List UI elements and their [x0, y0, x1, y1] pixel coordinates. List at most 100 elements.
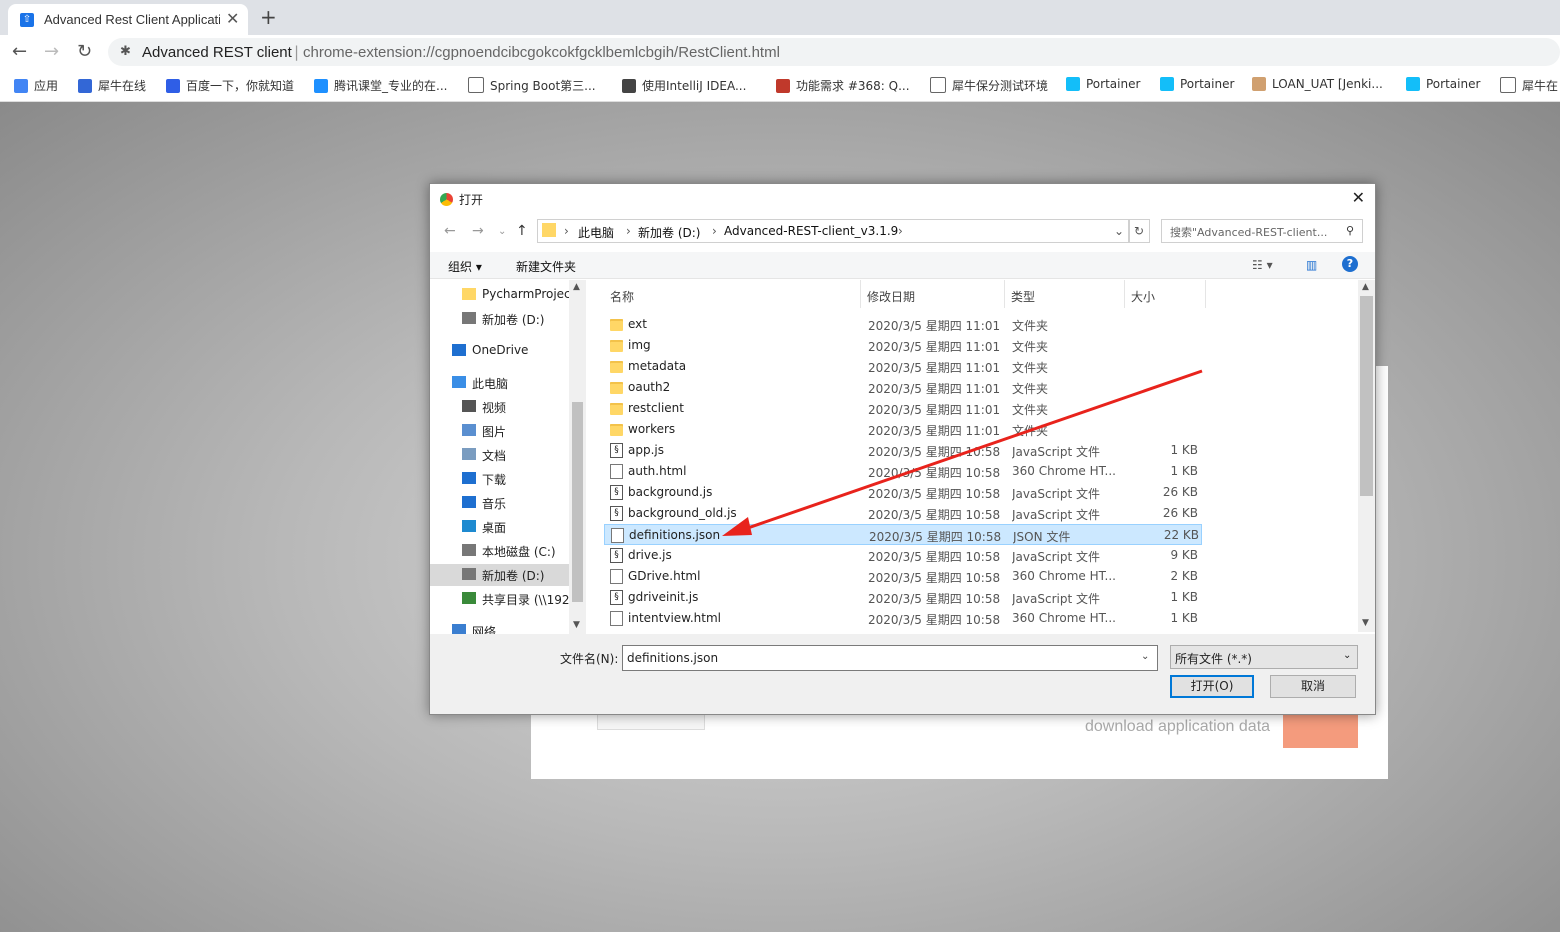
- bookmark-item[interactable]: Portainer: [1406, 77, 1480, 91]
- bookmark-item[interactable]: Spring Boot第三...: [468, 77, 596, 94]
- file-date: 2020/3/5 星期四 10:58: [868, 571, 1001, 585]
- nav-item[interactable]: 图片: [462, 420, 586, 442]
- nav-item[interactable]: PycharmProjec: [462, 284, 586, 306]
- breadcrumb-drive-d[interactable]: 新加卷 (D:): [638, 224, 700, 241]
- file-row[interactable]: definitions.json 2020/3/5 星期四 10:58 JSON 文…: [604, 524, 1202, 545]
- back-arrow-icon[interactable]: ←: [444, 223, 456, 239]
- file-row[interactable]: ext 2020/3/5 星期四 11:01 文件夹: [604, 314, 1202, 335]
- preview-pane-icon[interactable]: ▥: [1306, 258, 1317, 272]
- nav-item[interactable]: 网络: [452, 620, 586, 634]
- script-file-icon: §: [610, 590, 623, 605]
- dialog-close-button[interactable]: ✕: [1352, 188, 1365, 207]
- dialog-breadcrumb[interactable]: › 此电脑 › 新加卷 (D:) › Advanced-REST-client_…: [537, 219, 1130, 243]
- new-tab-button[interactable]: +: [260, 5, 277, 29]
- bookmark-item[interactable]: 腾讯课堂_专业的在...: [314, 77, 447, 94]
- nav-item[interactable]: 此电脑: [452, 372, 586, 394]
- file-date: 2020/3/5 星期四 10:58: [869, 530, 1002, 544]
- reload-icon[interactable]: ↻: [77, 41, 92, 62]
- bookmark-item[interactable]: 使用IntelliJ IDEA...: [622, 77, 746, 94]
- file-row[interactable]: img 2020/3/5 星期四 11:01 文件夹: [604, 335, 1202, 356]
- folder-icon: [610, 382, 623, 394]
- nav-item[interactable]: 文档: [462, 444, 586, 466]
- filename-input[interactable]: definitions.json ⌄: [622, 645, 1158, 671]
- column-header-date[interactable]: 修改日期: [861, 280, 1005, 308]
- scroll-up-icon[interactable]: ▲: [1362, 282, 1369, 292]
- nav-scrollbar[interactable]: ▲ ▼: [569, 280, 586, 634]
- file-scroll-thumb[interactable]: [1360, 296, 1373, 496]
- file-type: JavaScript 文件: [1012, 487, 1100, 501]
- search-input[interactable]: 搜索"Advanced-REST-client... ⚲: [1161, 219, 1363, 243]
- dialog-title-text: 打开: [459, 193, 484, 207]
- chevron-right-icon: ›: [564, 224, 569, 238]
- back-icon[interactable]: ←: [12, 41, 27, 62]
- file-name: intentview.html: [628, 611, 722, 625]
- file-row[interactable]: § drive.js 2020/3/5 星期四 10:58 JavaScript 文件…: [604, 545, 1202, 566]
- bookmark-item[interactable]: 应用: [14, 77, 58, 94]
- refresh-icon[interactable]: ↻: [1128, 219, 1150, 243]
- view-options-icon[interactable]: ☷ ▾: [1252, 258, 1273, 272]
- column-header-type[interactable]: 类型: [1005, 280, 1125, 308]
- help-icon[interactable]: ?: [1342, 256, 1358, 272]
- chevron-down-icon[interactable]: ⌄: [1114, 224, 1124, 238]
- up-arrow-icon[interactable]: ↑: [516, 223, 528, 239]
- nav-item[interactable]: 下载: [462, 468, 586, 490]
- file-row[interactable]: § app.js 2020/3/5 星期四 10:58 JavaScript 文件 1 …: [604, 440, 1202, 461]
- bookmark-item[interactable]: Portainer: [1160, 77, 1234, 91]
- breadcrumb-folder[interactable]: Advanced-REST-client_v3.1.9: [724, 224, 898, 238]
- bookmark-item[interactable]: 犀牛在线: [78, 77, 146, 94]
- bookmark-item[interactable]: 百度一下，你就知道: [166, 77, 294, 94]
- bookmark-item[interactable]: 犀牛保分测试环境: [930, 77, 1048, 94]
- file-scrollbar[interactable]: ▲ ▼: [1358, 280, 1375, 632]
- nav-item[interactable]: OneDrive: [452, 340, 586, 362]
- scroll-up-icon[interactable]: ▲: [573, 282, 580, 292]
- file-name: ext: [628, 317, 647, 331]
- file-row[interactable]: restclient 2020/3/5 星期四 11:01 文件夹: [604, 398, 1202, 419]
- address-bar[interactable]: ✱ Advanced REST client | chrome-extensio…: [108, 38, 1560, 66]
- nav-item[interactable]: 桌面: [462, 516, 586, 538]
- file-row[interactable]: intentview.html 2020/3/5 星期四 10:58 360 Chr…: [604, 608, 1202, 629]
- nav-item[interactable]: 新加卷 (D:): [430, 564, 570, 586]
- cancel-button[interactable]: 取消: [1270, 675, 1356, 698]
- file-row[interactable]: oauth2 2020/3/5 星期四 11:01 文件夹: [604, 377, 1202, 398]
- file-row[interactable]: workers 2020/3/5 星期四 11:01 文件夹: [604, 419, 1202, 440]
- file-row[interactable]: § background.js 2020/3/5 星期四 10:58 JavaScri…: [604, 482, 1202, 503]
- bookmark-item[interactable]: Portainer: [1066, 77, 1140, 91]
- nav-item[interactable]: 视频: [462, 396, 586, 418]
- forward-icon[interactable]: →: [44, 41, 59, 62]
- recent-dropdown-icon[interactable]: ⌄: [498, 226, 506, 237]
- tab-close-icon[interactable]: ✕: [226, 9, 239, 28]
- browser-tab[interactable]: ⇧ Advanced Rest Client Applicati ✕: [8, 4, 248, 35]
- folder-icon: [542, 223, 556, 237]
- new-folder-button[interactable]: 新建文件夹: [516, 258, 576, 275]
- file-size: 1 KB: [1170, 443, 1198, 457]
- breadcrumb-this-pc[interactable]: 此电脑: [578, 224, 614, 241]
- open-button[interactable]: 打开(O): [1170, 675, 1254, 698]
- bookmark-item[interactable]: LOAN_UAT [Jenki...: [1252, 77, 1383, 91]
- organize-button[interactable]: 组织 ▾: [448, 258, 482, 275]
- nav-item[interactable]: 共享目录 (\\192: [462, 588, 586, 610]
- nav-item[interactable]: 音乐: [462, 492, 586, 514]
- scroll-down-icon[interactable]: ▼: [1362, 618, 1369, 628]
- column-header-size[interactable]: 大小: [1125, 280, 1206, 308]
- column-header-name[interactable]: 名称 ˆ: [604, 280, 861, 308]
- sort-up-icon: ˆ: [728, 280, 734, 288]
- nav-item[interactable]: 本地磁盘 (C:): [462, 540, 586, 562]
- filetype-select[interactable]: 所有文件 (*.*) ⌄: [1170, 645, 1358, 669]
- chevron-down-icon[interactable]: ⌄: [1141, 651, 1149, 662]
- bookmark-item[interactable]: 功能需求 #368: Q...: [776, 77, 910, 94]
- scroll-down-icon[interactable]: ▼: [573, 620, 580, 630]
- folder-icon: [610, 403, 623, 415]
- file-row[interactable]: auth.html 2020/3/5 星期四 10:58 360 Chrome HT…: [604, 461, 1202, 482]
- bookmark-item[interactable]: 犀牛在: [1500, 77, 1558, 94]
- file-row[interactable]: § gdriveinit.js 2020/3/5 星期四 10:58 JavaScri…: [604, 587, 1202, 608]
- nav-scroll-thumb[interactable]: [572, 402, 583, 602]
- nav-item[interactable]: 新加卷 (D:): [462, 308, 586, 330]
- file-row[interactable]: § background_old.js 2020/3/5 星期四 10:58 Java…: [604, 503, 1202, 524]
- file-row[interactable]: metadata 2020/3/5 星期四 11:01 文件夹: [604, 356, 1202, 377]
- filename-value: definitions.json: [627, 651, 719, 665]
- forward-arrow-icon[interactable]: →: [472, 223, 484, 239]
- bookmark-label: Portainer: [1426, 77, 1481, 91]
- file-row[interactable]: GDrive.html 2020/3/5 星期四 10:58 360 Chrome …: [604, 566, 1202, 587]
- file-size: 22 KB: [1163, 528, 1199, 542]
- portainer-icon: [1066, 77, 1080, 91]
